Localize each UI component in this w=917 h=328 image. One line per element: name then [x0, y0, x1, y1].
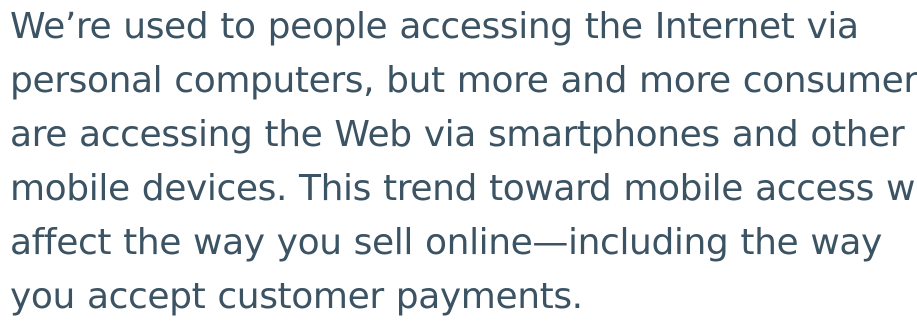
paragraph-line: affect the way you sell online—including… — [10, 222, 882, 263]
document-page: We’re used to people accessing the Inter… — [0, 0, 917, 328]
paragraph-line: We’re used to people accessing the Inter… — [10, 6, 859, 47]
paragraph-line: personal computers, but more and more co… — [10, 60, 917, 101]
paragraph-line: you accept customer payments. — [10, 276, 583, 317]
paragraph-line: mobile devices. This trend toward mobile… — [10, 168, 917, 209]
body-paragraph: We’re used to people accessing the Inter… — [10, 0, 917, 324]
paragraph-line: are accessing the Web via smartphones an… — [10, 114, 905, 155]
